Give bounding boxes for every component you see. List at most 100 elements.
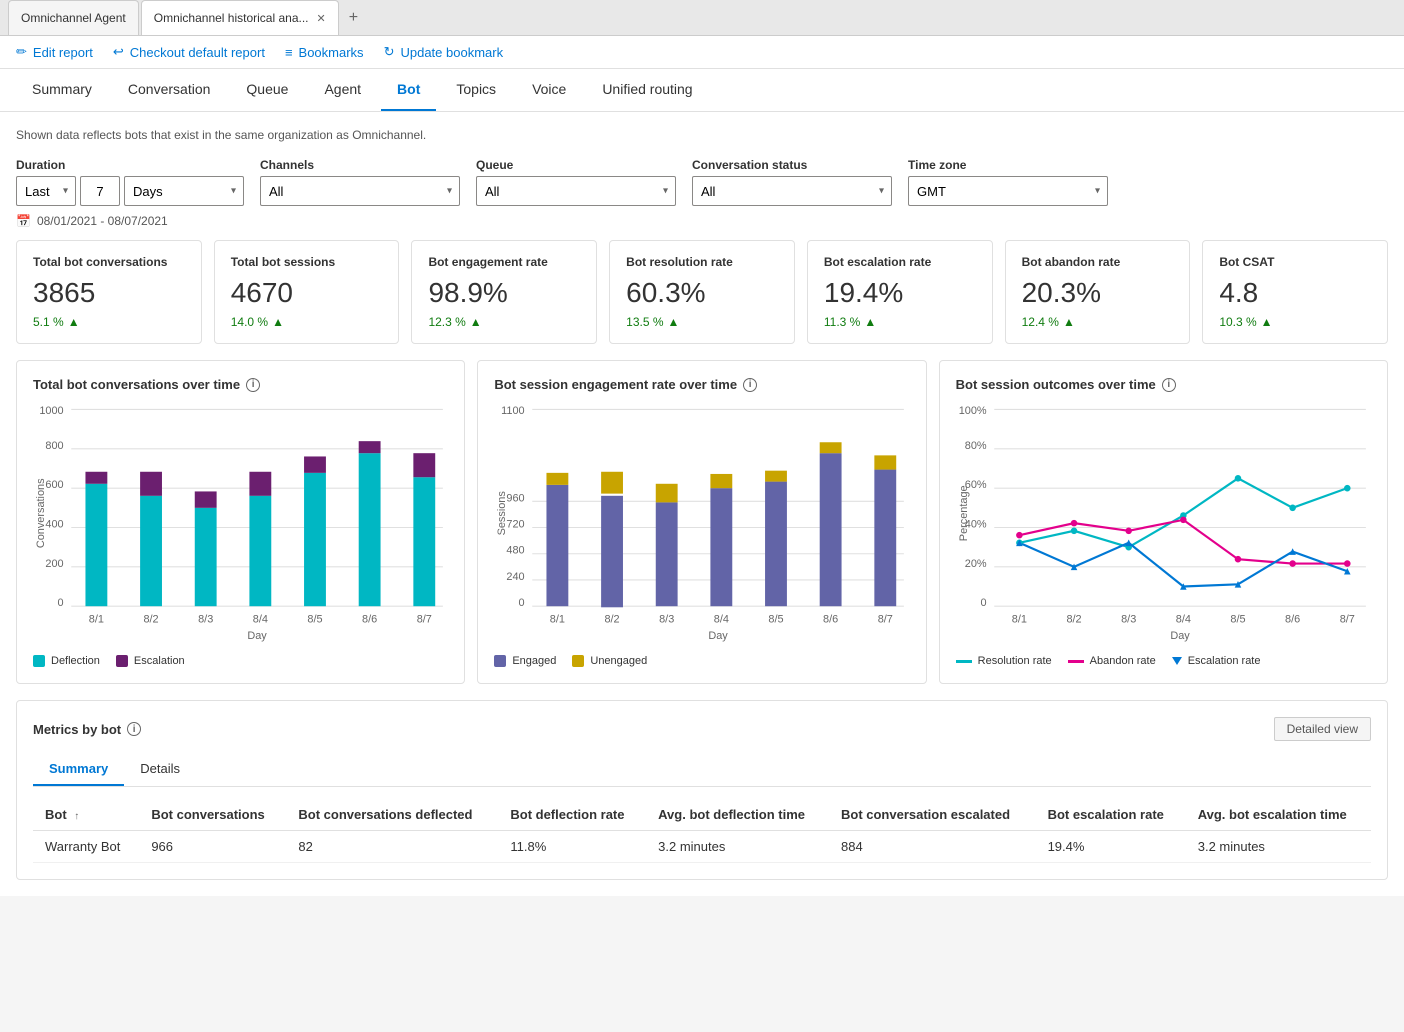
- date-range: 📅 08/01/2021 - 08/07/2021: [16, 214, 1388, 228]
- browser-tab-omnichannel-historical[interactable]: Omnichannel historical ana... ✕: [141, 0, 339, 35]
- svg-text:Day: Day: [247, 630, 267, 642]
- svg-text:20%: 20%: [964, 558, 986, 570]
- cell-conversations: 966: [139, 831, 286, 863]
- duration-unit-select[interactable]: Days: [124, 176, 244, 206]
- kpi-change-0: 5.1 % ▲: [33, 315, 185, 329]
- col-header-bot-escalation-rate[interactable]: Bot escalation rate: [1036, 799, 1186, 831]
- svg-text:240: 240: [507, 571, 525, 583]
- svg-text:Conversations: Conversations: [35, 478, 47, 548]
- legend-dot-escalation: [116, 655, 128, 667]
- metrics-sub-tabs: Summary Details: [33, 753, 1371, 787]
- channels-select[interactable]: All: [260, 176, 460, 206]
- svg-text:600: 600: [45, 479, 63, 491]
- legend-escalation: Escalation: [116, 655, 185, 667]
- col-header-bot-conversations-deflected[interactable]: Bot conversations deflected: [286, 799, 498, 831]
- nav-tab-agent[interactable]: Agent: [308, 69, 377, 111]
- checkout-default-report-button[interactable]: ↩ Checkout default report: [113, 44, 265, 60]
- svg-text:480: 480: [507, 545, 525, 557]
- nav-tab-bot[interactable]: Bot: [381, 69, 436, 111]
- nav-tab-summary[interactable]: Summary: [16, 69, 108, 111]
- svg-text:Day: Day: [709, 630, 729, 642]
- browser-tab-omnichannel-agent[interactable]: Omnichannel Agent: [8, 0, 139, 35]
- conversation-status-filter: Conversation status All: [692, 158, 892, 206]
- legend-dot-engaged: [494, 655, 506, 667]
- svg-text:8/3: 8/3: [659, 614, 674, 626]
- duration-value-input[interactable]: [80, 176, 120, 206]
- cell-deflection-rate: 11.8%: [498, 831, 646, 863]
- info-text: Shown data reflects bots that exist in t…: [16, 128, 1388, 142]
- legend-engaged: Engaged: [494, 655, 556, 667]
- svg-text:80%: 80%: [964, 440, 986, 452]
- toolbar: ✏ Edit report ↩ Checkout default report …: [0, 36, 1404, 69]
- col-header-bot-deflection-rate[interactable]: Bot deflection rate: [498, 799, 646, 831]
- col-header-bot-conversations[interactable]: Bot conversations: [139, 799, 286, 831]
- legend-resolution-rate: Resolution rate: [956, 655, 1052, 667]
- filters: Duration Last Days Channels All: [16, 158, 1388, 206]
- outcomes-chart-legend: Resolution rate Abandon rate Escalation …: [956, 655, 1371, 667]
- svg-text:8/7: 8/7: [417, 614, 432, 626]
- bookmarks-button[interactable]: ≡ Bookmarks: [285, 45, 364, 60]
- svg-text:Sessions: Sessions: [496, 491, 508, 536]
- nav-tabs: Summary Conversation Queue Agent Bot Top…: [0, 69, 1404, 112]
- col-header-bot-conversation-escalated[interactable]: Bot conversation escalated: [829, 799, 1036, 831]
- svg-text:8/1: 8/1: [1011, 614, 1026, 626]
- kpi-change-6: 10.3 % ▲: [1219, 315, 1371, 329]
- sub-tab-details[interactable]: Details: [124, 753, 196, 786]
- col-header-avg-bot-deflection-time[interactable]: Avg. bot deflection time: [646, 799, 829, 831]
- legend-dot-deflection: [33, 655, 45, 667]
- add-tab-button[interactable]: +: [341, 9, 366, 27]
- conversation-status-select[interactable]: All: [692, 176, 892, 206]
- svg-text:8/1: 8/1: [550, 614, 565, 626]
- svg-text:8/3: 8/3: [1121, 614, 1136, 626]
- timezone-filter: Time zone GMT: [908, 158, 1108, 206]
- info-icon-conversations[interactable]: i: [246, 378, 260, 392]
- kpi-change-5: 12.4 % ▲: [1022, 315, 1174, 329]
- info-icon-metrics[interactable]: i: [127, 722, 141, 736]
- sort-icon-bot: ↑: [74, 811, 79, 822]
- svg-text:720: 720: [507, 519, 525, 531]
- kpi-total-bot-sessions: Total bot sessions 4670 14.0 % ▲: [214, 240, 400, 344]
- svg-text:8/7: 8/7: [1339, 614, 1354, 626]
- svg-text:Percentage: Percentage: [958, 485, 970, 541]
- queue-select[interactable]: All: [476, 176, 676, 206]
- sub-tab-summary[interactable]: Summary: [33, 753, 124, 786]
- outcomes-chart-svg: 0 20% 40% 60% 80% 100% Percentage: [956, 404, 1371, 644]
- svg-text:8/2: 8/2: [605, 614, 620, 626]
- svg-text:8/2: 8/2: [1066, 614, 1081, 626]
- tab-close-icon[interactable]: ✕: [317, 12, 326, 25]
- kpi-bot-resolution-rate: Bot resolution rate 60.3% 13.5 % ▲: [609, 240, 795, 344]
- edit-report-button[interactable]: ✏ Edit report: [16, 44, 93, 60]
- nav-tab-topics[interactable]: Topics: [440, 69, 512, 111]
- timezone-select[interactable]: GMT: [908, 176, 1108, 206]
- info-icon-outcomes[interactable]: i: [1162, 378, 1176, 392]
- svg-text:8/5: 8/5: [1230, 614, 1245, 626]
- main-content: Shown data reflects bots that exist in t…: [0, 112, 1404, 896]
- svg-text:8/2: 8/2: [143, 614, 158, 626]
- nav-tab-voice[interactable]: Voice: [516, 69, 582, 111]
- info-icon-engagement[interactable]: i: [743, 378, 757, 392]
- nav-tab-unified-routing[interactable]: Unified routing: [586, 69, 708, 111]
- update-bookmark-button[interactable]: ↻ Update bookmark: [384, 44, 504, 60]
- detailed-view-button[interactable]: Detailed view: [1274, 717, 1371, 741]
- nav-tab-conversation[interactable]: Conversation: [112, 69, 227, 111]
- svg-text:8/7: 8/7: [878, 614, 893, 626]
- duration-preset-select[interactable]: Last: [16, 176, 76, 206]
- nav-tab-queue[interactable]: Queue: [230, 69, 304, 111]
- legend-line-abandon: [1068, 660, 1084, 663]
- cell-deflected: 82: [286, 831, 498, 863]
- kpi-change-3: 13.5 % ▲: [626, 315, 778, 329]
- kpi-bot-csat: Bot CSAT 4.8 10.3 % ▲: [1202, 240, 1388, 344]
- col-header-bot[interactable]: Bot ↑: [33, 799, 139, 831]
- kpi-bot-engagement-rate: Bot engagement rate 98.9% 12.3 % ▲: [411, 240, 597, 344]
- refresh-icon: ↻: [384, 44, 395, 60]
- engagement-chart-legend: Engaged Unengaged: [494, 655, 909, 667]
- table-row: Warranty Bot 966 82 11.8% 3.2 minutes 88…: [33, 831, 1371, 863]
- conversations-chart-legend: Deflection Escalation: [33, 655, 448, 667]
- cell-escalation-rate: 19.4%: [1036, 831, 1186, 863]
- svg-text:800: 800: [45, 440, 63, 452]
- col-header-avg-bot-escalation-time[interactable]: Avg. bot escalation time: [1186, 799, 1371, 831]
- kpi-change-4: 11.3 % ▲: [824, 315, 976, 329]
- svg-text:960: 960: [507, 492, 525, 504]
- cell-bot-name: Warranty Bot: [33, 831, 139, 863]
- kpi-change-2: 12.3 % ▲: [428, 315, 580, 329]
